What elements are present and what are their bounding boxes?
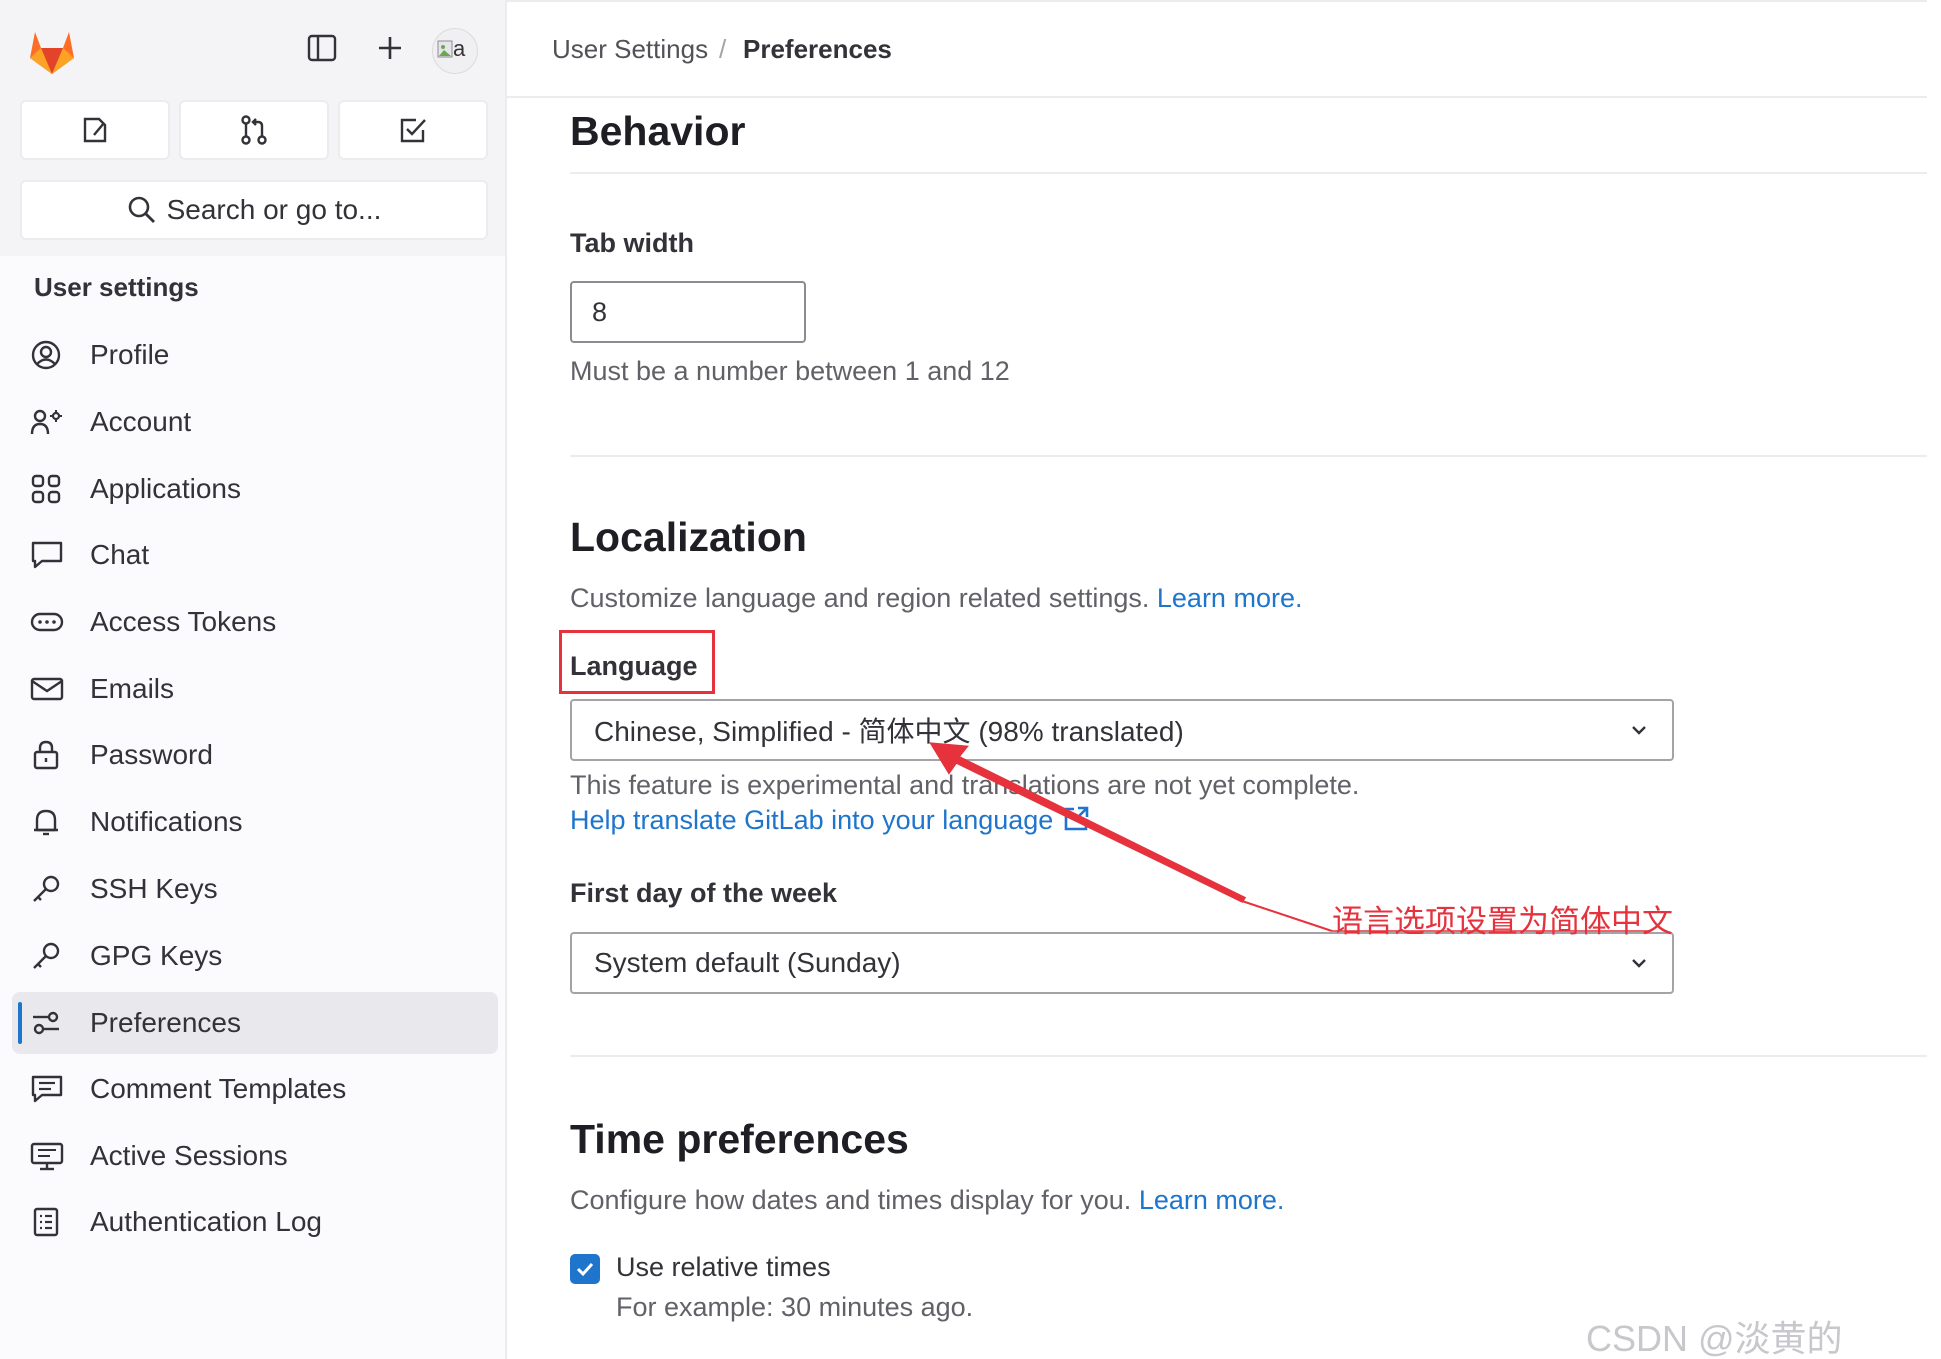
language-label: Language [570,651,698,681]
time-preferences-learn-more-link[interactable]: Learn more. [1139,1185,1285,1215]
sidebar-item-label: Account [90,406,192,437]
sidebar-item-label: Notifications [90,806,243,837]
tab-width-input[interactable]: 8 [570,281,806,343]
relative-times-example: For example: 30 minutes ago. [616,1292,974,1322]
sidebar-item-password[interactable]: Password [12,724,498,786]
localization-title: Localization [570,514,807,560]
breadcrumb-parent[interactable]: User Settings [552,34,708,65]
sidebar-item-account[interactable]: Account [12,391,498,453]
bell-icon [30,806,70,838]
first-day-select-value: System default (Sunday) [594,947,901,978]
external-link-icon[interactable] [1061,804,1091,834]
sidebar-item-label: Authentication Log [90,1206,322,1237]
breadcrumb-current: Preferences [743,34,892,64]
mail-icon [30,673,70,705]
monitor-icon [30,1140,70,1172]
sidebar-item-label: Applications [90,473,241,504]
sidebar-item-active-sessions[interactable]: Active Sessions [12,1125,498,1187]
applications-icon [30,473,70,505]
sidebar-item-ssh-keys[interactable]: SSH Keys [12,858,498,920]
sidebar-header: a Search or go to... [0,0,505,256]
sidebar-item-access-tokens[interactable]: Access Tokens [12,591,498,653]
sidebar-item-label: Password [90,739,213,770]
behavior-divider [570,172,1927,174]
time-preferences-title: Time preferences [570,1116,909,1162]
broken-image-icon [437,40,453,58]
first-day-label: First day of the week [570,878,838,908]
sidebar-section-title: User settings [34,272,199,302]
merge-request-icon [241,115,267,145]
section-divider [570,1055,1927,1057]
relative-times-label[interactable]: Use relative times [616,1252,831,1283]
merge-requests-button[interactable] [179,100,329,160]
behavior-title: Behavior [570,108,746,154]
todos-button[interactable] [338,100,488,160]
first-day-select[interactable]: System default (Sunday) [570,932,1674,994]
key-icon [30,873,70,905]
sidebar-item-label: Preferences [90,1007,241,1038]
section-divider [570,455,1927,457]
tab-width-label: Tab width [570,228,694,258]
time-preferences-description-text: Configure how dates and times display fo… [570,1185,1132,1215]
create-new-icon[interactable] [372,30,408,66]
top-bar: User Settings / Preferences [507,0,1927,98]
sidebar-item-label: Profile [90,339,170,370]
language-select[interactable]: Chinese, Simplified - 简体中文 (98% translat… [570,699,1674,761]
issues-button[interactable] [20,100,170,160]
token-icon [30,606,70,638]
language-select-value: Chinese, Simplified - 简体中文 (98% translat… [594,716,1184,747]
issues-icon [83,117,107,143]
search-button[interactable]: Search or go to... [20,180,488,240]
chat-icon [30,539,70,571]
localization-description-text: Customize language and region related se… [570,583,1150,613]
sidebar-item-label: SSH Keys [90,873,218,904]
breadcrumb-separator: / [719,34,727,64]
relative-times-checkbox[interactable] [570,1254,600,1284]
preferences-icon [30,1007,70,1039]
tab-width-help: Must be a number between 1 and 12 [570,356,1010,386]
lock-icon [30,739,70,771]
gitlab-logo-icon[interactable] [26,26,78,76]
chevron-down-icon [1632,726,1646,735]
todo-icon [400,118,426,143]
avatar[interactable]: a [432,28,478,74]
avatar-alt-text: a [453,36,466,61]
comment-icon [30,1073,70,1105]
sidebar-item-notifications[interactable]: Notifications [12,791,498,853]
sidebar-item-authentication-log[interactable]: Authentication Log [12,1191,498,1253]
checkmark-icon [576,1262,594,1277]
localization-learn-more-link[interactable]: Learn more. [1157,583,1303,613]
search-icon [128,196,155,223]
log-icon [30,1206,70,1238]
chevron-down-icon [1632,959,1646,968]
sidebar: a Search or go to... User settings Profi… [0,0,507,1359]
sidebar-item-label: Emails [90,673,175,704]
sidebar-item-label: Comment Templates [90,1073,347,1104]
sidebar-item-gpg-keys[interactable]: GPG Keys [12,925,498,987]
sidebar-item-comment-templates[interactable]: Comment Templates [12,1058,498,1120]
sidebar-item-emails[interactable]: Emails [12,658,498,720]
help-translate-row: Help translate GitLab into your language [570,804,1927,836]
search-label: Search or go to... [166,194,382,225]
sidebar-item-chat[interactable]: Chat [12,524,498,586]
account-icon [30,406,70,438]
watermark: CSDN @淡黄的Cherry [1586,1318,1843,1359]
sidebar-item-applications[interactable]: Applications [12,458,498,520]
sidebar-toggle-icon[interactable] [304,30,340,66]
time-preferences-description: Configure how dates and times display fo… [570,1185,1927,1216]
key-icon [30,940,70,972]
sidebar-item-profile[interactable]: Profile [12,324,498,386]
sidebar-item-label: Access Tokens [90,606,277,637]
profile-icon [30,339,70,371]
language-experimental-note: This feature is experimental and transla… [570,770,1360,800]
sidebar-item-label: Active Sessions [90,1140,288,1171]
help-translate-link[interactable]: Help translate GitLab into your language [570,805,1053,835]
localization-description: Customize language and region related se… [570,583,1927,614]
sidebar-item-label: GPG Keys [90,940,223,971]
sidebar-item-preferences[interactable]: Preferences [12,992,498,1054]
sidebar-item-label: Chat [90,539,150,570]
annotation-text: 语言选项设置为简体中文 [1332,904,1673,940]
